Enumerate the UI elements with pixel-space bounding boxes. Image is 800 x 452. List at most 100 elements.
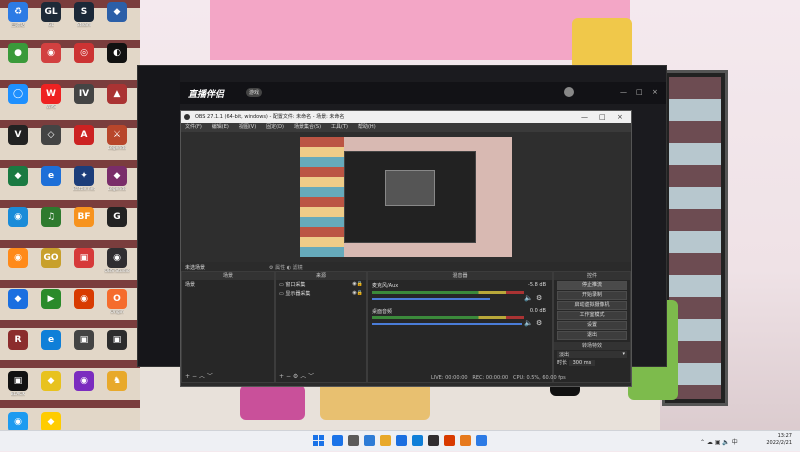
- taskbar-app-icon[interactable]: [364, 435, 375, 446]
- volume-slider[interactable]: [372, 298, 490, 300]
- desktop-icon[interactable]: e: [35, 330, 67, 370]
- virtual-camera-button[interactable]: 启动虚拟摄像机: [557, 301, 627, 310]
- start-recording-button[interactable]: 开始录制: [557, 291, 627, 300]
- menu-item[interactable]: 编辑(E): [212, 124, 229, 130]
- menu-item[interactable]: 工具(T): [331, 124, 348, 130]
- desktop-icon[interactable]: ▶: [35, 289, 67, 329]
- stream-preview[interactable]: [300, 137, 512, 257]
- taskbar-app-icon[interactable]: [412, 435, 423, 446]
- start-button[interactable]: [313, 435, 324, 446]
- desktop-icon[interactable]: ♫: [35, 207, 67, 247]
- desktop-icon[interactable]: ◉ OBS Studio: [101, 248, 133, 288]
- taskbar-app-icon[interactable]: [460, 435, 471, 446]
- source-item[interactable]: ▭ 窗口采集 ◉🔒: [276, 280, 366, 289]
- desktop-icon[interactable]: V: [2, 125, 34, 165]
- mixer-dock-title: 混音器: [368, 272, 552, 280]
- desktop-icon[interactable]: ♞: [101, 371, 133, 411]
- taskbar-app-icon[interactable]: [444, 435, 455, 446]
- desktop-icon[interactable]: ◆: [35, 371, 67, 411]
- transition-select[interactable]: 淡出 ▾: [557, 351, 627, 358]
- menu-item[interactable]: 文件(F): [185, 124, 202, 130]
- desktop-icon[interactable]: ◆: [101, 2, 133, 42]
- taskbar-app-icon[interactable]: [396, 435, 407, 446]
- live-badge[interactable]: 游戏: [246, 88, 263, 97]
- desktop-icon[interactable]: ◯: [2, 84, 34, 124]
- menu-item[interactable]: 场景集合(S): [294, 124, 321, 130]
- tray-icons[interactable]: ⌃ ☁ ▣ 🔈 中: [700, 437, 738, 446]
- speaker-icon[interactable]: 🔈: [524, 319, 533, 327]
- desktop-icon[interactable]: S Steam: [68, 2, 100, 42]
- menu-item[interactable]: 帮助(H): [358, 124, 376, 130]
- taskbar-app-icon[interactable]: [476, 435, 487, 446]
- source-item[interactable]: ▭ 显示器采集 ◉🔒: [276, 289, 366, 298]
- close-icon[interactable]: ×: [652, 88, 658, 96]
- menu-item[interactable]: 视图(V): [239, 124, 256, 130]
- settings-button[interactable]: 设置: [557, 321, 627, 330]
- eye-icon[interactable]: ◉🔒: [352, 290, 363, 296]
- volume-slider[interactable]: [372, 323, 522, 325]
- desktop-icon[interactable]: ◆: [2, 289, 34, 329]
- desktop-icon[interactable]: ◐: [101, 43, 133, 83]
- minimize-icon[interactable]: —: [581, 111, 588, 123]
- desktop-icon[interactable]: ◇: [35, 125, 67, 165]
- down-icon[interactable]: ﹀: [207, 373, 213, 380]
- up-icon[interactable]: ︿: [300, 373, 306, 380]
- gear-icon[interactable]: ⚙: [536, 319, 542, 327]
- desktop-icon[interactable]: ▣: [101, 330, 133, 370]
- desktop-icon[interactable]: IV: [68, 84, 100, 124]
- desktop-icon[interactable]: ●: [2, 43, 34, 83]
- eye-icon[interactable]: ◉🔒: [352, 281, 363, 287]
- desktop-icon[interactable]: ◆ Legends: [101, 166, 133, 206]
- up-icon[interactable]: ︿: [199, 373, 205, 380]
- desktop-icon[interactable]: ◉: [68, 289, 100, 329]
- desktop-icon[interactable]: GO: [35, 248, 67, 288]
- avatar[interactable]: [564, 87, 574, 97]
- taskbar-app-icon[interactable]: [380, 435, 391, 446]
- maximize-icon[interactable]: □: [599, 111, 606, 123]
- remove-icon[interactable]: −: [192, 373, 197, 380]
- desktop-icon[interactable]: ◉: [68, 371, 100, 411]
- menu-item[interactable]: 固定(D): [266, 124, 284, 130]
- desktop-icon[interactable]: e: [35, 166, 67, 206]
- gear-icon[interactable]: ⚙: [536, 294, 542, 302]
- add-icon[interactable]: +: [185, 373, 190, 380]
- stop-streaming-button[interactable]: 停止推流: [557, 281, 627, 290]
- add-icon[interactable]: +: [279, 373, 284, 380]
- taskbar-app-icon[interactable]: [428, 435, 439, 446]
- desktop-icon[interactable]: ✦ Battle.net: [68, 166, 100, 206]
- duration-input[interactable]: 300 ms: [568, 360, 596, 366]
- exit-button[interactable]: 退出: [557, 331, 627, 340]
- app-icon: ▲: [107, 84, 127, 104]
- desktop-icon[interactable]: ⚔ Legends: [101, 125, 133, 165]
- desktop-icon[interactable]: A: [68, 125, 100, 165]
- minimize-icon[interactable]: —: [620, 88, 627, 96]
- studio-mode-button[interactable]: 工作室模式: [557, 311, 627, 320]
- down-icon[interactable]: ﹀: [308, 373, 314, 380]
- close-icon[interactable]: ×: [617, 111, 623, 123]
- gear-icon[interactable]: ⚙: [293, 373, 298, 380]
- desktop-icon[interactable]: G: [101, 207, 133, 247]
- desktop-icon[interactable]: ▣: [68, 330, 100, 370]
- desktop-icon[interactable]: BF: [68, 207, 100, 247]
- desktop-icon[interactable]: ◉: [35, 43, 67, 83]
- desktop-icon[interactable]: W WPS: [35, 84, 67, 124]
- desktop-icon[interactable]: ▣ BLACK: [2, 371, 34, 411]
- desktop-icon[interactable]: ◎: [68, 43, 100, 83]
- remove-icon[interactable]: −: [286, 373, 291, 380]
- desktop-icon[interactable]: ▣: [68, 248, 100, 288]
- taskbar-app-icon[interactable]: [348, 435, 359, 446]
- desktop-icon[interactable]: O Origin: [101, 289, 133, 329]
- scene-item[interactable]: 场景: [182, 280, 274, 289]
- desktop-icon[interactable]: ▲: [101, 84, 133, 124]
- speaker-icon[interactable]: 🔈: [524, 294, 533, 302]
- desktop-icon[interactable]: ♻ 回收站: [2, 2, 34, 42]
- desktop-icon[interactable]: ◉: [2, 248, 34, 288]
- desktop-icon[interactable]: GL GL: [35, 2, 67, 42]
- desktop-icon[interactable]: ◆: [2, 166, 34, 206]
- clock[interactable]: 13:27 2022/2/21: [766, 433, 792, 447]
- taskbar-app-icon[interactable]: [332, 435, 343, 446]
- maximize-icon[interactable]: □: [636, 88, 643, 96]
- clock-date: 2022/2/21: [766, 440, 792, 446]
- desktop-icon[interactable]: ◉: [2, 207, 34, 247]
- desktop-icon[interactable]: R: [2, 330, 34, 370]
